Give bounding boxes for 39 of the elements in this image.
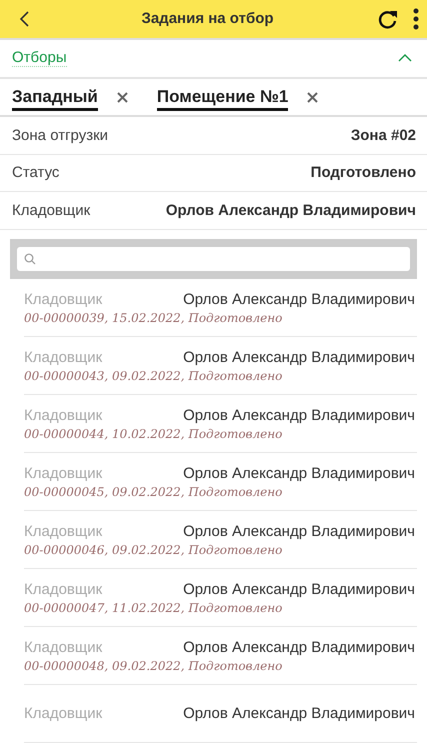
item-label: Кладовщик — [24, 464, 102, 482]
task-details[interactable]: 00-00000043, 09.02.2022, Подготовлено — [24, 368, 417, 383]
field-label: Статус — [12, 164, 60, 182]
storekeeper-name[interactable]: Орлов Александр Владимирович — [183, 464, 415, 482]
item-label: Кладовщик — [24, 580, 102, 598]
filter-chip[interactable]: Западный — [12, 87, 98, 112]
storekeeper-name[interactable]: Орлов Александр Владимирович — [183, 290, 415, 308]
task-details[interactable]: 00-00000047, 11.02.2022, Подготовлено — [24, 600, 417, 615]
back-button[interactable] — [18, 10, 30, 28]
storekeeper-name[interactable]: Орлов Александр Владимирович — [183, 705, 415, 722]
field-value[interactable]: Орлов Александр Владимирович — [166, 202, 416, 220]
task-details[interactable]: 00-00000046, 09.02.2022, Подготовлено — [24, 542, 417, 557]
item-label: Кладовщик — [24, 406, 102, 424]
task-details[interactable]: 00-00000039, 15.02.2022, Подготовлено — [24, 310, 417, 325]
storekeeper-name[interactable]: Орлов Александр Владимирович — [183, 522, 415, 540]
item-label: Кладовщик — [24, 290, 102, 308]
field-label: Зона отгрузки — [12, 126, 108, 144]
item-label: Кладовщик — [24, 522, 102, 540]
item-label: Кладовщик — [24, 348, 102, 366]
item-label: Кладовщик — [24, 638, 102, 656]
field-value[interactable]: Подготовлено — [310, 164, 416, 182]
item-label: Кладовщик — [24, 705, 102, 722]
search-field[interactable] — [17, 247, 410, 272]
remove-filter-button[interactable] — [306, 90, 320, 104]
field-label: Кладовщик — [12, 202, 90, 220]
storekeeper-name[interactable]: Орлов Александр Владимирович — [183, 580, 415, 598]
search-icon — [24, 253, 36, 266]
more-menu-button[interactable] — [413, 8, 419, 30]
task-details[interactable]: 00-00000044, 10.02.2022, Подготовлено — [24, 426, 417, 441]
task-details[interactable]: 00-00000048, 09.02.2022, Подготовлено — [24, 658, 417, 673]
storekeeper-name[interactable]: Орлов Александр Владимирович — [183, 348, 415, 366]
filter-chip[interactable]: Помещение №1 — [156, 87, 288, 112]
task-details[interactable]: 00-00000045, 09.02.2022, Подготовлено — [24, 484, 417, 499]
screen-title: Задания на отбор — [140, 10, 275, 28]
storekeeper-name[interactable]: Орлов Александр Владимирович — [183, 406, 415, 424]
filters-link[interactable]: Отборы — [12, 49, 67, 68]
field-value[interactable]: Зона #02 — [350, 126, 416, 144]
remove-filter-button[interactable] — [116, 90, 129, 104]
storekeeper-name[interactable]: Орлов Александр Владимирович — [183, 638, 415, 656]
